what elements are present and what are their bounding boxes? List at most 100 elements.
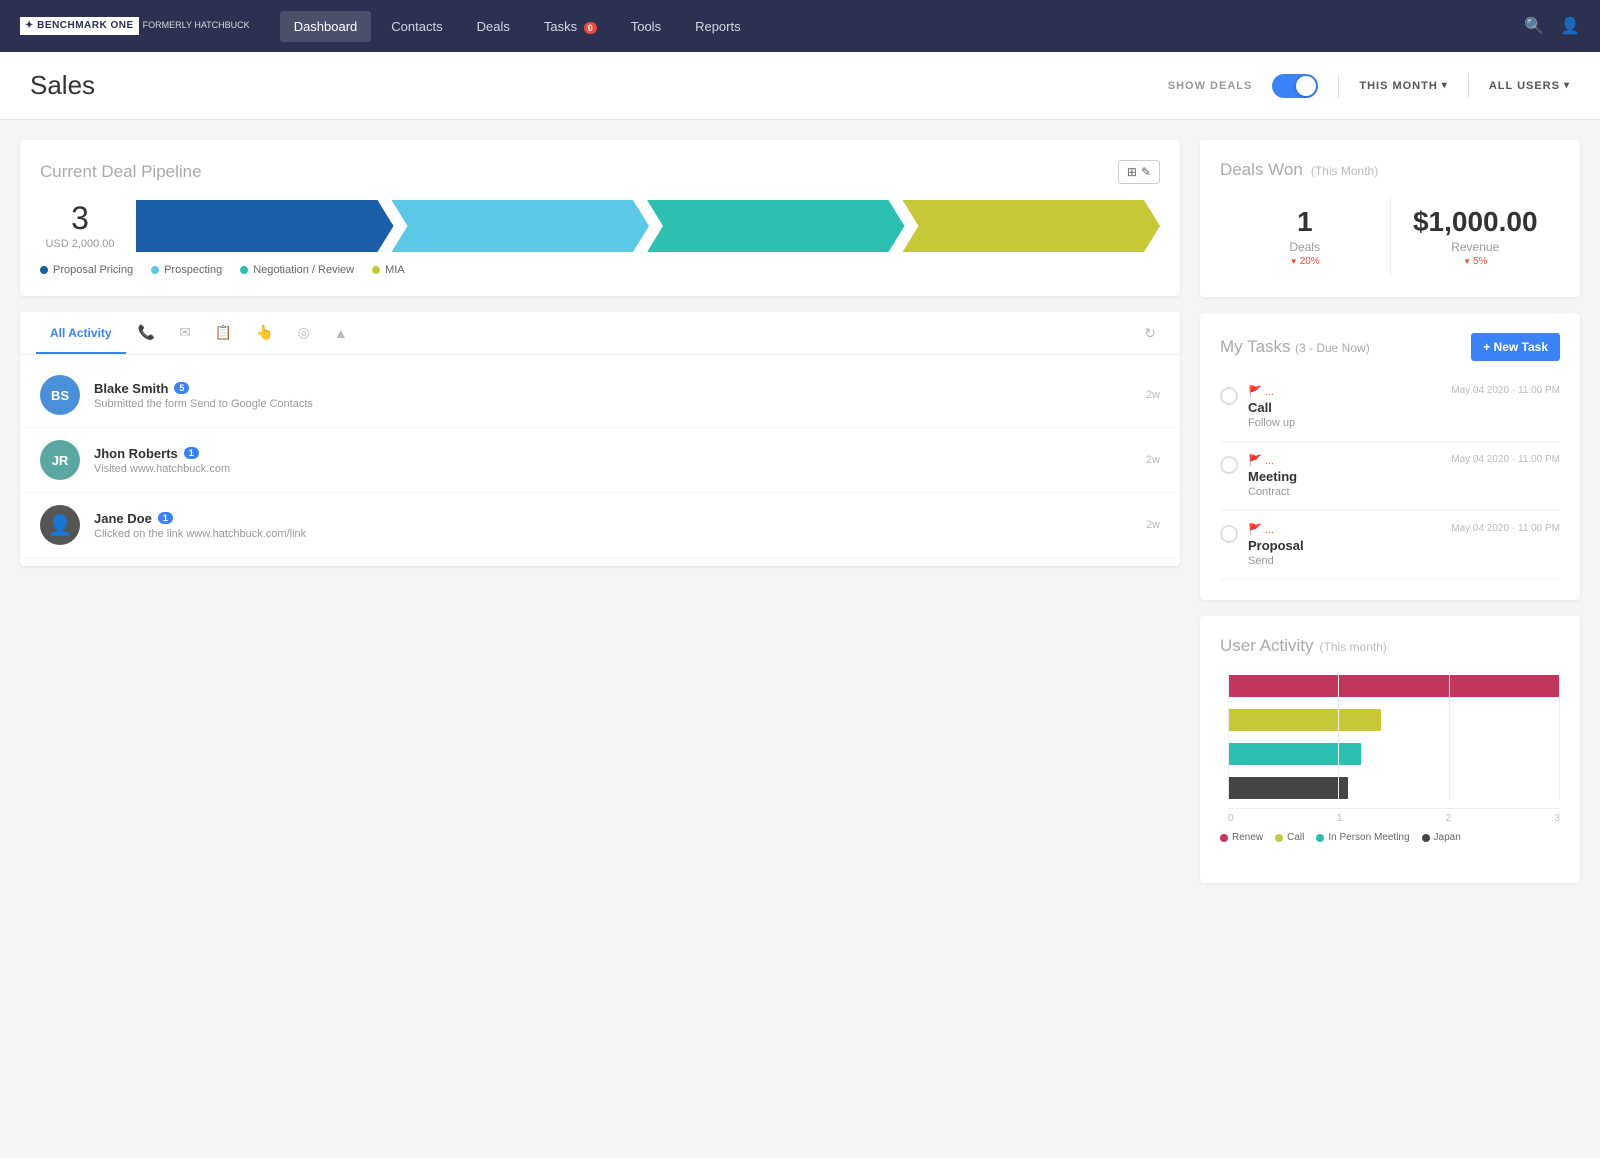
pipeline-header: Current Deal Pipeline ⊞ ✎ xyxy=(40,160,1160,184)
nav-item-deals[interactable]: Deals xyxy=(463,11,524,42)
this-month-dropdown[interactable]: THIS MONTH xyxy=(1359,80,1447,92)
activity-card: All Activity 📞 ✉ 📋 👆 ◎ ▲ ↻ BS Blake Smit… xyxy=(20,312,1180,566)
task-date: May 04 2020 · 11:00 PM xyxy=(1451,454,1560,465)
task-sub: Send xyxy=(1248,555,1441,567)
tab-emails[interactable]: ✉ xyxy=(167,312,203,355)
task-checkbox-2[interactable] xyxy=(1220,456,1238,474)
bar-fill-call xyxy=(1228,709,1381,731)
nav-item-dashboard[interactable]: Dashboard xyxy=(280,11,372,42)
nav-item-tasks[interactable]: Tasks 0 xyxy=(530,11,611,42)
my-tasks-card: My Tasks (3 - Due Now) + New Task 🚩 ... … xyxy=(1200,313,1580,600)
task-item: 🚩 ... Call Follow up May 04 2020 · 11:00… xyxy=(1220,373,1560,442)
task-name: Call xyxy=(1248,400,1441,415)
list-item: BS Blake Smith 5 Submitted the form Send… xyxy=(20,363,1180,428)
right-column: Deals Won (This Month) 1 Deals 20% $1,00… xyxy=(1200,140,1580,1138)
pipeline-view-button[interactable]: ⊞ ✎ xyxy=(1118,160,1160,184)
show-deals-label: SHOW DEALS xyxy=(1168,80,1253,92)
activity-time: 2w xyxy=(1146,454,1160,466)
tasks-title: My Tasks xyxy=(1220,337,1291,356)
user-activity-title: User Activity xyxy=(1220,636,1314,656)
legend-negotiation: Negotiation / Review xyxy=(240,264,354,276)
bar-chart: 0 1 2 3 Renew Call xyxy=(1220,672,1560,863)
tasks-title-group: My Tasks (3 - Due Now) xyxy=(1220,337,1370,357)
activity-desc: Clicked on the link www.hatchbuck.com/li… xyxy=(94,528,1132,540)
pipeline-card: Current Deal Pipeline ⊞ ✎ 3 USD 2,000.00 xyxy=(20,140,1180,296)
edit-icon: ✎ xyxy=(1141,165,1151,179)
user-icon[interactable]: 👤 xyxy=(1560,16,1580,36)
all-users-dropdown[interactable]: ALL USERS xyxy=(1489,80,1570,92)
list-item: 👤 Jane Doe 1 Clicked on the link www.hat… xyxy=(20,493,1180,558)
task-flag-icon: 🚩 ... xyxy=(1248,385,1441,398)
pipeline-deal-count: 3 xyxy=(40,202,120,234)
bar-row-japan xyxy=(1228,774,1560,802)
avatar: JR xyxy=(40,440,80,480)
legend-dot-call xyxy=(1275,834,1283,842)
task-checkbox-1[interactable] xyxy=(1220,387,1238,405)
legend-label-call: Call xyxy=(1287,832,1304,843)
left-column: Current Deal Pipeline ⊞ ✎ 3 USD 2,000.00 xyxy=(20,140,1180,1138)
funnel-stage-3[interactable] xyxy=(647,200,905,252)
legend-dot-japan xyxy=(1422,834,1430,842)
nav-item-tools[interactable]: Tools xyxy=(617,11,675,42)
funnel-stage-2[interactable] xyxy=(392,200,650,252)
task-sub: Follow up xyxy=(1248,417,1441,429)
new-task-button[interactable]: + New Task xyxy=(1471,333,1560,361)
x-axis: 0 1 2 3 xyxy=(1228,808,1560,824)
activity-list: BS Blake Smith 5 Submitted the form Send… xyxy=(20,355,1180,566)
task-name: Proposal xyxy=(1248,538,1441,553)
user-activity-header: User Activity (This month) xyxy=(1220,636,1560,656)
main-layout: Current Deal Pipeline ⊞ ✎ 3 USD 2,000.00 xyxy=(0,120,1600,1158)
search-icon[interactable]: 🔍 xyxy=(1524,16,1544,36)
refresh-icon[interactable]: ↻ xyxy=(1136,317,1164,350)
deals-won-stats: 1 Deals 20% $1,000.00 Revenue 5% xyxy=(1220,196,1560,277)
pipeline-stats: 3 USD 2,000.00 xyxy=(40,200,1160,252)
funnel-stage-1[interactable] xyxy=(136,200,394,252)
show-deals-toggle[interactable] xyxy=(1272,74,1318,98)
x-label-2: 2 xyxy=(1446,813,1452,824)
header-controls: SHOW DEALS THIS MONTH ALL USERS xyxy=(1168,74,1570,98)
logo-sub: FORMERLY HATCHBUCK xyxy=(143,20,250,32)
funnel-stage-4[interactable] xyxy=(903,200,1161,252)
nav-items: Dashboard Contacts Deals Tasks 0 Tools R… xyxy=(280,11,1524,42)
task-item: 🚩 ... Proposal Send May 04 2020 · 11:00 … xyxy=(1220,511,1560,580)
pipeline-title: Current Deal Pipeline xyxy=(40,162,202,182)
tab-calls[interactable]: 📞 xyxy=(126,312,167,355)
deals-won-subtitle: (This Month) xyxy=(1311,164,1378,178)
pipeline-deal-amount: USD 2,000.00 xyxy=(40,238,120,250)
activity-name: Jane Doe 1 xyxy=(94,511,1132,526)
avatar: BS xyxy=(40,375,80,415)
deals-won-header: Deals Won (This Month) xyxy=(1220,160,1560,180)
legend-dot-negotiation xyxy=(240,266,248,274)
x-label-0: 0 xyxy=(1228,813,1234,824)
legend-label-negotiation: Negotiation / Review xyxy=(253,264,354,276)
tab-alerts[interactable]: ▲ xyxy=(322,313,360,355)
nav-item-contacts[interactable]: Contacts xyxy=(377,11,456,42)
x-label-1: 1 xyxy=(1337,813,1343,824)
x-label-3: 3 xyxy=(1554,813,1560,824)
legend-dot-prospecting xyxy=(151,266,159,274)
stat-revenue: $1,000.00 Revenue 5% xyxy=(1390,196,1561,277)
legend-proposal-pricing: Proposal Pricing xyxy=(40,264,133,276)
bar-row-renew xyxy=(1228,672,1560,700)
bar-fill-japan xyxy=(1228,777,1348,799)
stat-deal-count: 1 xyxy=(1220,206,1390,238)
tab-forms[interactable]: ◎ xyxy=(286,312,322,355)
page-title: Sales xyxy=(30,70,1168,101)
table-icon: ⊞ xyxy=(1127,165,1137,179)
logo[interactable]: ✦ BENCHMARK ONE FORMERLY HATCHBUCK xyxy=(20,17,250,35)
activity-desc: Visited www.hatchbuck.com xyxy=(94,463,1132,475)
header-divider-2 xyxy=(1468,74,1469,98)
nav-item-reports[interactable]: Reports xyxy=(681,11,755,42)
tab-all-activity[interactable]: All Activity xyxy=(36,314,126,354)
page-header: Sales SHOW DEALS THIS MONTH ALL USERS xyxy=(0,52,1600,120)
task-date: May 04 2020 · 11:00 PM xyxy=(1451,385,1560,396)
legend-renew: Renew xyxy=(1220,832,1263,843)
header-divider xyxy=(1338,74,1339,98)
tab-notes[interactable]: 📋 xyxy=(203,312,244,355)
avatar: 👤 xyxy=(40,505,80,545)
tasks-due-count: (3 - Due Now) xyxy=(1295,341,1370,355)
task-info: 🚩 ... Proposal Send xyxy=(1248,523,1441,567)
activity-tabs: All Activity 📞 ✉ 📋 👆 ◎ ▲ ↻ xyxy=(20,312,1180,355)
task-checkbox-3[interactable] xyxy=(1220,525,1238,543)
tab-tasks[interactable]: 👆 xyxy=(244,312,285,355)
